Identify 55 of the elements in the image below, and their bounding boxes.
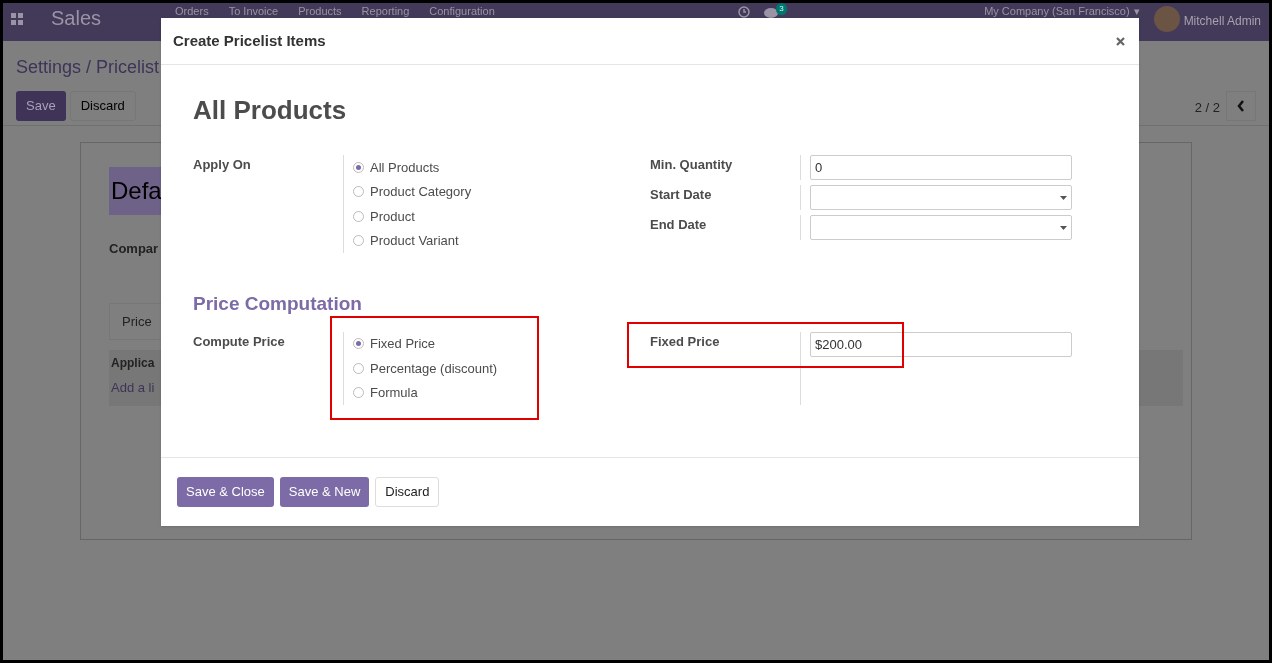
- primary-button[interactable]: Save & Close: [177, 477, 274, 507]
- date-field[interactable]: [810, 185, 1072, 210]
- caret-icon[interactable]: ▾: [1133, 5, 1140, 18]
- pager: 2 / 2: [1194, 99, 1220, 117]
- record-title: Defa: [109, 167, 164, 215]
- dropdown-caret-icon: [1060, 225, 1067, 230]
- user-avatar[interactable]: [1153, 6, 1180, 32]
- menu-item[interactable]: To Invoice: [228, 5, 279, 18]
- radio-button[interactable]: [353, 338, 364, 350]
- field-label: Fixed Price: [650, 332, 721, 351]
- apps-grid-icon[interactable]: [11, 13, 23, 25]
- primary-button[interactable]: Save & New: [279, 477, 370, 507]
- chevron-left-icon: [1237, 100, 1245, 112]
- radio-label: Formula: [370, 384, 418, 402]
- dialog-title: Create Pricelist Items: [173, 30, 326, 51]
- radio-label: Product: [370, 207, 415, 226]
- save-button[interactable]: Save: [16, 91, 66, 121]
- radio-button[interactable]: [353, 186, 364, 198]
- radio-label: Percentage (discount): [370, 359, 498, 378]
- radio-button[interactable]: [353, 362, 364, 374]
- radio-label: Product Variant: [370, 232, 459, 250]
- field-label: End Date: [650, 216, 708, 234]
- menu-item[interactable]: Configuration: [429, 5, 495, 18]
- column-header: Applica: [111, 355, 155, 372]
- radio-button[interactable]: [353, 235, 364, 247]
- radio-label: Fixed Price: [370, 335, 436, 353]
- message-count-badge: 3: [776, 3, 787, 15]
- radio-button[interactable]: [353, 210, 364, 222]
- radio-button[interactable]: [353, 161, 364, 173]
- field-label: Start Date: [650, 186, 713, 204]
- field-label: Compute Price: [193, 332, 286, 351]
- clock-icon[interactable]: [738, 6, 751, 18]
- radio-button[interactable]: [353, 387, 364, 399]
- input-field[interactable]: $200.00: [810, 331, 1072, 357]
- field-label: Min. Quantity: [650, 156, 734, 174]
- input-field[interactable]: 0: [810, 155, 1072, 180]
- dropdown-caret-icon: [1060, 195, 1067, 200]
- app-name[interactable]: Sales: [51, 5, 102, 31]
- menu-item[interactable]: Products: [298, 5, 342, 18]
- field-label: Apply On: [193, 156, 252, 174]
- user-name[interactable]: Mitchell Admin: [1183, 12, 1261, 30]
- menu-item[interactable]: Reporting: [361, 5, 410, 18]
- record-heading: All Products: [193, 94, 348, 127]
- radio-label: All Products: [370, 158, 440, 177]
- close-icon[interactable]: [1116, 36, 1125, 46]
- discard-button[interactable]: Discard: [69, 91, 136, 121]
- section-title: Price Computation: [193, 292, 363, 316]
- field-label: Compar: [109, 240, 159, 258]
- radio-label: Product Category: [370, 183, 472, 201]
- company-switcher[interactable]: My Company (San Francisco): [984, 5, 1130, 18]
- chat-icon[interactable]: [764, 8, 779, 19]
- date-field[interactable]: [810, 215, 1072, 240]
- secondary-button[interactable]: Discard: [375, 477, 440, 507]
- menu-item[interactable]: Orders: [175, 5, 209, 18]
- previous-button[interactable]: [1226, 91, 1256, 121]
